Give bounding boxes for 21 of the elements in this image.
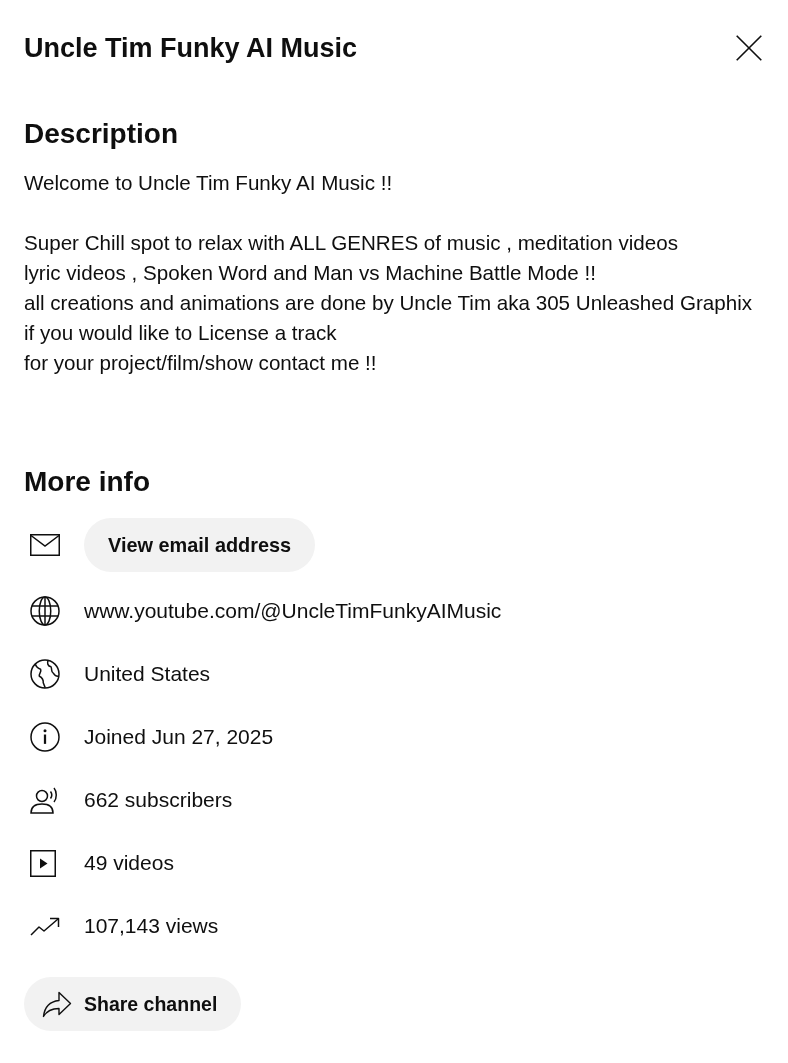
- video-count: 49 videos: [84, 850, 174, 876]
- channel-link[interactable]: www.youtube.com/@UncleTimFunkyAIMusic: [84, 598, 502, 624]
- trending-up-icon: [30, 916, 60, 936]
- more-info-heading: More info: [24, 465, 151, 499]
- subscriber-count: 662 subscribers: [84, 787, 233, 813]
- description-text: Welcome to Uncle Tim Funky AI Music !! Super Chill spot to relax with ALL GENRES of music , meditation videos lyric videos , Spoken Word and Man vs Machine Battle Mode !! all creations and animations are done by Uncle Tim aka 305 Unleashed Graphix if you would like to License a track for your project/film/show contact me !!: [24, 170, 754, 376]
- view-email-button[interactable]: View email address: [84, 518, 316, 572]
- earth-icon: [30, 659, 60, 689]
- close-icon[interactable]: [736, 35, 762, 61]
- people-icon: [30, 786, 60, 814]
- globe-icon: [30, 596, 60, 626]
- share-channel-button[interactable]: Share channel: [24, 977, 242, 1031]
- play-icon: [30, 849, 56, 877]
- info-icon: [30, 722, 60, 752]
- country-text: United States: [84, 661, 211, 687]
- channel-title: Uncle Tim Funky AI Music: [24, 32, 358, 65]
- description-heading: Description: [24, 117, 180, 151]
- mail-icon: [30, 534, 60, 556]
- view-count: 107,143 views: [84, 913, 219, 939]
- share-icon: [42, 990, 72, 1018]
- joined-date: Joined Jun 27, 2025: [84, 724, 274, 750]
